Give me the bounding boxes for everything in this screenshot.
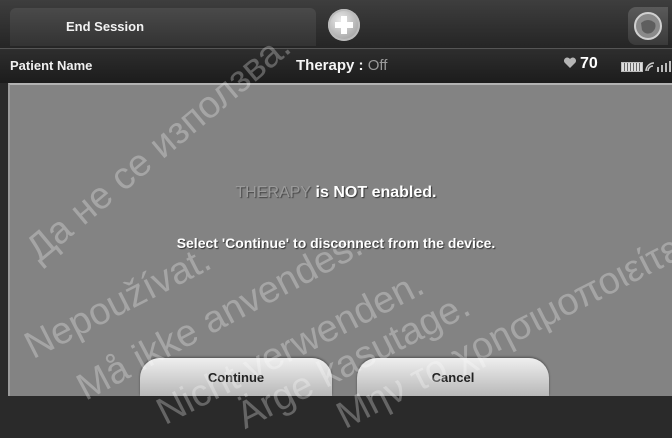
cancel-button[interactable]: Cancel xyxy=(357,358,549,396)
disconnect-instruction: Select 'Continue' to disconnect from the… xyxy=(176,235,496,251)
not-enabled-text: is NOT enabled. xyxy=(311,184,437,201)
therapy-label: Therapy : xyxy=(296,57,368,74)
battery-icon xyxy=(621,62,643,72)
device-button[interactable] xyxy=(628,7,668,45)
heart-icon xyxy=(563,56,577,75)
therapy-word: THERAPY xyxy=(235,184,312,201)
continue-button[interactable]: Continue xyxy=(140,358,332,396)
add-button[interactable] xyxy=(328,9,360,41)
end-session-button[interactable]: End Session xyxy=(66,19,144,34)
therapy-value: Off xyxy=(367,57,388,74)
therapy-status: Therapy : Off xyxy=(296,57,387,74)
status-bar: Patient Name Therapy : Off 70 xyxy=(0,48,672,83)
patient-name: Patient Name xyxy=(10,58,93,73)
end-session-panel[interactable] xyxy=(10,8,316,46)
heart-rate-value: 70 xyxy=(580,55,598,72)
therapy-not-enabled-message: THERAPY is NOT enabled. xyxy=(0,184,672,202)
signal-icon xyxy=(645,59,671,78)
top-bar: End Session xyxy=(0,0,672,48)
